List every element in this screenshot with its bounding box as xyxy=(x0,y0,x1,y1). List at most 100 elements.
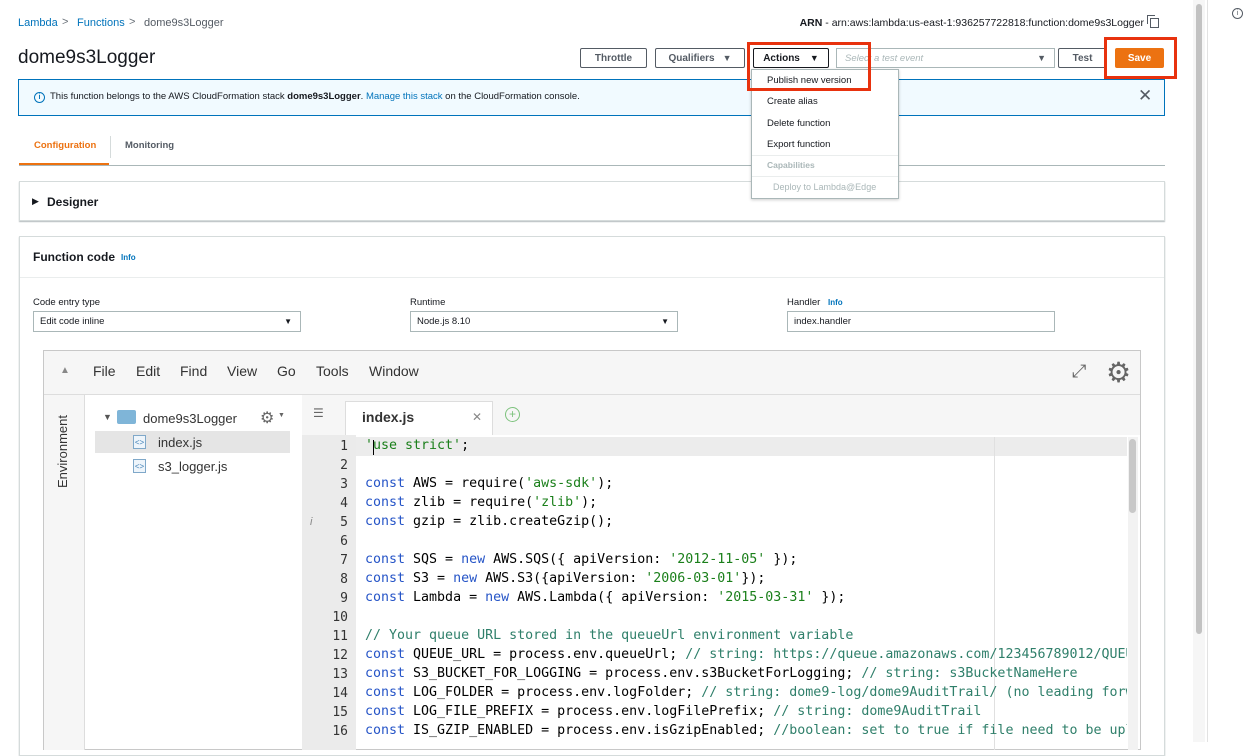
caret-right-icon: ▶ xyxy=(32,196,39,206)
code-entry-type-select[interactable]: Edit code inline ▼ xyxy=(33,311,301,332)
editor-menubar xyxy=(44,351,1140,395)
page-scrollbar[interactable] xyxy=(1193,0,1205,742)
code-line[interactable]: const SQS = new AWS.SQS({ apiVersion: '2… xyxy=(365,552,797,567)
menu-go[interactable]: Go xyxy=(277,363,296,379)
caret-down-icon: ▼ xyxy=(278,412,285,419)
menu-find[interactable]: Find xyxy=(180,363,207,379)
line-number: 13 xyxy=(332,667,348,682)
code-line[interactable]: const LOG_FOLDER = process.env.logFolder… xyxy=(365,685,1127,700)
file-index-js[interactable]: index.js xyxy=(158,435,202,450)
breadcrumb-separator-icon: > xyxy=(62,16,69,28)
code-lines[interactable]: 'use strict'; const AWS = require('aws-s… xyxy=(365,438,1127,750)
file-s3-logger-js[interactable]: s3_logger.js xyxy=(158,459,227,474)
code-line[interactable]: 'use strict'; xyxy=(365,438,469,453)
handler-input[interactable]: index.handler xyxy=(787,311,1055,332)
line-number: 9 xyxy=(340,591,348,606)
arn-value: arn:aws:lambda:us-east-1:936257722818:fu… xyxy=(831,17,1144,29)
page-title: dome9s3Logger xyxy=(18,47,156,68)
folder-icon xyxy=(117,410,136,424)
js-file-icon: <> xyxy=(133,459,146,473)
qualifiers-label: Qualifiers xyxy=(668,52,715,64)
qualifiers-button[interactable]: Qualifiers ▼ xyxy=(655,48,745,68)
editor-scrollbar-thumb[interactable] xyxy=(1129,439,1136,513)
tab-configuration[interactable]: Configuration xyxy=(34,140,96,151)
test-button[interactable]: Test xyxy=(1058,48,1107,68)
throttle-button[interactable]: Throttle xyxy=(580,48,647,68)
runtime-select[interactable]: Node.js 8.10 ▼ xyxy=(410,311,678,332)
manage-stack-link[interactable]: Manage this stack xyxy=(366,91,443,102)
code-line[interactable]: const S3_BUCKET_FOR_LOGGING = process.en… xyxy=(365,666,1078,681)
caret-down-icon: ▼ xyxy=(284,317,292,326)
arn-label: ARN xyxy=(799,17,823,29)
menu-file[interactable]: File xyxy=(93,363,116,379)
menu-capabilities-header: Capabilities xyxy=(767,160,815,170)
banner-prefix: This function belongs to the AWS CloudFo… xyxy=(50,91,288,102)
folder-name[interactable]: dome9s3Logger xyxy=(143,411,237,426)
fullscreen-icon[interactable]: ⤢ xyxy=(1072,361,1086,382)
code-line[interactable] xyxy=(365,533,373,548)
add-tab-icon[interactable]: + xyxy=(505,407,520,422)
line-number: 10 xyxy=(332,610,348,625)
menu-view[interactable]: View xyxy=(227,363,257,379)
menu-deploy-lambda-edge: Deploy to Lambda@Edge xyxy=(773,182,877,192)
caret-down-icon[interactable]: ▼ xyxy=(103,412,112,422)
code-line[interactable]: const LOG_FILE_PREFIX = process.env.logF… xyxy=(365,704,981,719)
environment-tab[interactable]: Environment xyxy=(55,415,70,488)
side-divider xyxy=(1207,0,1208,742)
banner-stack-name: dome9s3Logger xyxy=(287,91,361,102)
designer-title: Designer xyxy=(47,195,99,209)
close-tab-icon[interactable]: ✕ xyxy=(472,410,482,424)
tab-list-icon[interactable]: ☰ xyxy=(313,406,324,420)
menu-export-function[interactable]: Export function xyxy=(767,139,830,150)
code-line[interactable] xyxy=(365,457,373,472)
runtime-value: Node.js 8.10 xyxy=(417,316,471,327)
js-file-icon: <> xyxy=(133,435,146,449)
code-line[interactable]: const IS_GZIP_ENABLED = process.env.isGz… xyxy=(365,723,1127,738)
text-cursor xyxy=(373,440,374,455)
gear-icon[interactable]: ⚙ xyxy=(1106,356,1131,389)
code-line[interactable]: const S3 = new AWS.S3({apiVersion: '2006… xyxy=(365,571,765,586)
tab-monitoring[interactable]: Monitoring xyxy=(125,140,174,151)
code-line[interactable]: const gzip = zlib.createGzip(); xyxy=(365,514,613,529)
code-line[interactable]: const zlib = require('zlib'); xyxy=(365,495,597,510)
line-number: 2 xyxy=(340,458,348,473)
info-icon[interactable]: i xyxy=(1232,8,1243,19)
close-icon[interactable]: ✕ xyxy=(1138,86,1152,106)
code-line[interactable]: const AWS = require('aws-sdk'); xyxy=(365,476,613,491)
caret-down-icon: ▼ xyxy=(722,53,732,63)
arn-display: ARN - arn:aws:lambda:us-east-1:936257722… xyxy=(800,17,1144,29)
code-line[interactable]: // Your queue URL stored in the queueUrl… xyxy=(365,628,853,643)
menu-delete-function[interactable]: Delete function xyxy=(767,118,830,129)
editor-tab-label: index.js xyxy=(362,409,415,425)
info-icon: i xyxy=(34,92,45,103)
code-line[interactable] xyxy=(365,609,373,624)
handler-label: Handler xyxy=(787,297,821,308)
code-line[interactable]: const QUEUE_URL = process.env.queueUrl; … xyxy=(365,647,1127,662)
copy-icon[interactable] xyxy=(1147,15,1159,28)
gear-icon[interactable]: ⚙ xyxy=(260,408,274,428)
function-code-info-link[interactable]: Info xyxy=(121,253,136,262)
editor-scrollbar[interactable] xyxy=(1128,437,1138,750)
menu-tools[interactable]: Tools xyxy=(316,363,349,379)
code-entry-type-label: Code entry type xyxy=(33,297,101,308)
line-number: 6 xyxy=(340,534,348,549)
breadcrumb-functions[interactable]: Functions xyxy=(77,17,125,29)
caret-down-icon: ▼ xyxy=(1037,53,1046,63)
banner-suffix: on the CloudFormation console. xyxy=(442,91,580,102)
page-scrollbar-thumb[interactable] xyxy=(1196,4,1202,634)
panel-header-rule xyxy=(20,277,1164,278)
breadcrumb-lambda[interactable]: Lambda xyxy=(18,17,58,29)
collapse-up-icon[interactable]: ▲ xyxy=(60,365,70,376)
editor-tab-index-js[interactable]: index.js ✕ xyxy=(345,401,493,435)
menu-window[interactable]: Window xyxy=(369,363,419,379)
menu-edit[interactable]: Edit xyxy=(136,363,160,379)
handler-info-link[interactable]: Info xyxy=(828,298,843,307)
line-number: 12 xyxy=(332,648,348,663)
line-number: 4 xyxy=(340,496,348,511)
breadcrumb-separator-icon: > xyxy=(129,16,136,28)
menu-create-alias[interactable]: Create alias xyxy=(767,96,818,107)
line-number: 7 xyxy=(340,553,348,568)
code-line[interactable]: const Lambda = new AWS.Lambda({ apiVersi… xyxy=(365,590,845,605)
line-number: 11 xyxy=(332,629,348,644)
designer-panel[interactable]: ▶ Designer xyxy=(19,181,1165,221)
